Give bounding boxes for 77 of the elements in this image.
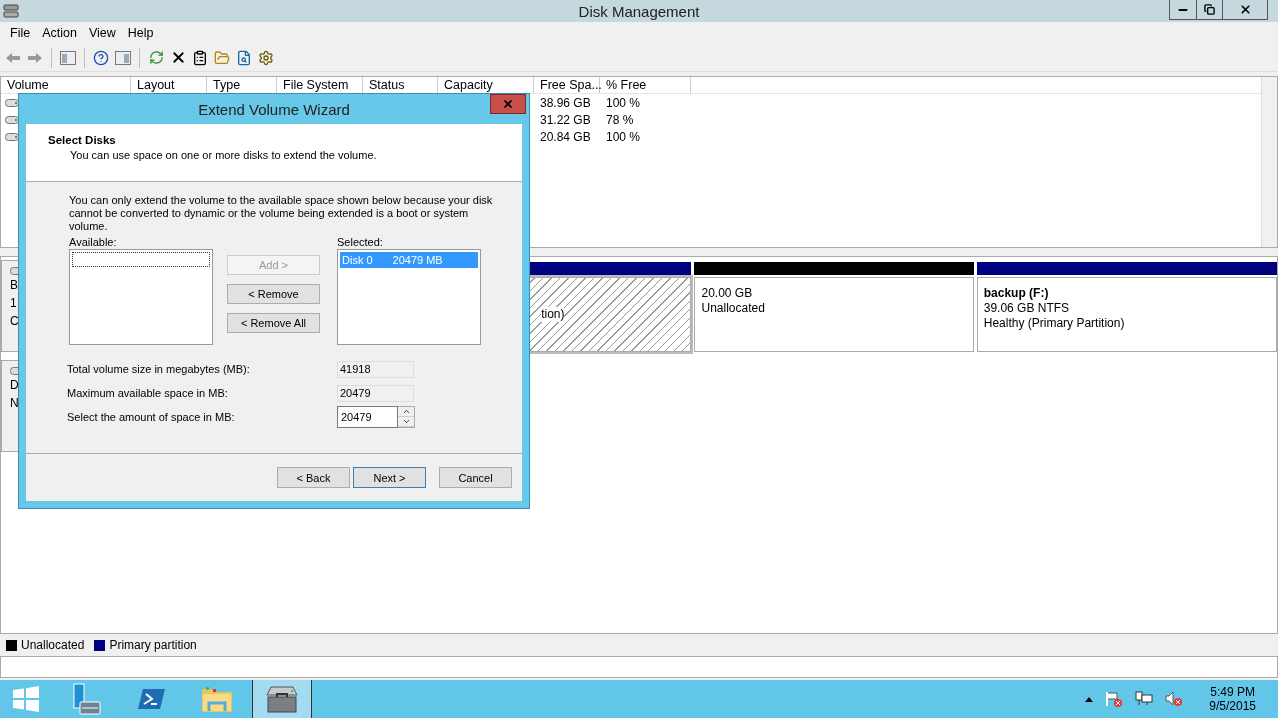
scrollbar[interactable] [1261, 77, 1277, 247]
partition[interactable]: 20.00 GB Unallocated [694, 277, 974, 352]
move-button[interactable]: < Remove [227, 284, 320, 304]
drive-icon [5, 132, 19, 141]
pane-icon[interactable] [59, 48, 77, 67]
properties-icon[interactable] [191, 48, 209, 67]
nav-button[interactable]: Next > [353, 467, 426, 488]
spin-up-icon[interactable] [398, 407, 414, 417]
search-icon[interactable] [235, 48, 253, 67]
readonly-field: 41918 [337, 360, 414, 378]
clock-date[interactable]: 9/5/2015 [1209, 699, 1256, 713]
page-subheading: You can use space on one or more disks to extend the volume. [69, 149, 378, 161]
close-button[interactable] [1222, 0, 1268, 20]
close-button[interactable] [490, 94, 526, 114]
disk-info-text: B [10, 278, 19, 293]
table-cell-text: 31.22 GB [539, 112, 592, 127]
menu-item[interactable]: Help [121, 26, 160, 40]
disk-info-text: N [10, 396, 20, 411]
partition-info: Healthy (Primary Partition) [983, 316, 1126, 331]
taskbar-app[interactable] [252, 680, 312, 718]
field-label: Maximum available space in MB: [67, 387, 229, 399]
nav-button[interactable]: Cancel [439, 467, 512, 488]
move-button[interactable]: < Remove All [227, 313, 320, 333]
nav-button[interactable]: < Back [277, 467, 350, 488]
available-label: Available: [69, 235, 118, 249]
drive-icon [5, 115, 19, 124]
dialog-title: Extend Volume Wizard [198, 100, 350, 118]
page-heading: Select Disks [48, 134, 117, 146]
field-label: Select the amount of space in MB: [67, 411, 236, 423]
clock-time[interactable]: 5:49 PM [1210, 685, 1255, 699]
column-header[interactable]: Free Spa... [534, 77, 600, 93]
disk-management-icon [3, 4, 19, 18]
legend-label: Primary partition [109, 638, 197, 652]
settings-icon[interactable] [257, 48, 275, 67]
refresh-icon[interactable] [147, 48, 165, 67]
menu-item[interactable]: File [4, 26, 37, 40]
readonly-field: 20479 [337, 384, 414, 402]
partition-info: Unallocated [701, 301, 766, 316]
speaker-icon[interactable] [1165, 691, 1184, 707]
close-icon [502, 98, 514, 110]
table-cell-text: 78 % [605, 112, 635, 127]
disk-toolbox-icon [265, 684, 299, 714]
selected-label: Selected: [337, 235, 384, 249]
menu-item[interactable]: Action [36, 26, 83, 40]
restore-icon [1204, 4, 1215, 15]
server-manager-icon [72, 683, 102, 715]
partition-name: backup (F:) [983, 286, 1050, 301]
caret-icon[interactable] [1085, 696, 1094, 702]
field-label: Total volume size in megabytes (MB): [67, 363, 251, 375]
amount-field[interactable]: 20479 [337, 406, 398, 428]
table-cell-text: 100 % [605, 95, 642, 110]
menu-item[interactable]: View [82, 26, 122, 40]
minimize-button[interactable] [1169, 0, 1197, 20]
help-icon[interactable] [92, 48, 110, 67]
note-text: You can only extend the volume to the available space shown below because your disk cannot be converted to dynamic or the volume being extended is a boot or system volume. [69, 194, 494, 233]
drive-icon [5, 98, 19, 107]
close-icon [1238, 3, 1252, 16]
flag-icon[interactable] [1105, 691, 1124, 707]
disk-info-text: C [10, 314, 20, 329]
table-cell-text: 38.96 GB [539, 95, 592, 110]
powershell-icon [137, 687, 167, 711]
partition-info: tion) [541, 307, 565, 322]
partition-info: 20.00 GB [701, 286, 754, 301]
partition[interactable]: backup (F:) 39.06 GB NTFS Healthy (Primary Partition) [976, 277, 1277, 352]
disk-info-text: 1 [10, 296, 18, 311]
folder-icon [201, 685, 233, 713]
spin-down-icon[interactable] [398, 417, 414, 427]
partition-info: 39.06 GB NTFS [983, 301, 1071, 316]
legend-label: Unallocated [21, 638, 85, 652]
windows-logo-icon [13, 686, 39, 712]
pane-icon[interactable] [114, 48, 132, 67]
table-cell-text: 20.84 GB [539, 129, 592, 144]
window-title: Disk Management [578, 2, 700, 20]
column-header[interactable]: % Free [600, 77, 691, 93]
network-icon[interactable] [1135, 691, 1154, 707]
table-cell-text: 100 % [605, 129, 642, 144]
available-list[interactable] [69, 249, 213, 345]
